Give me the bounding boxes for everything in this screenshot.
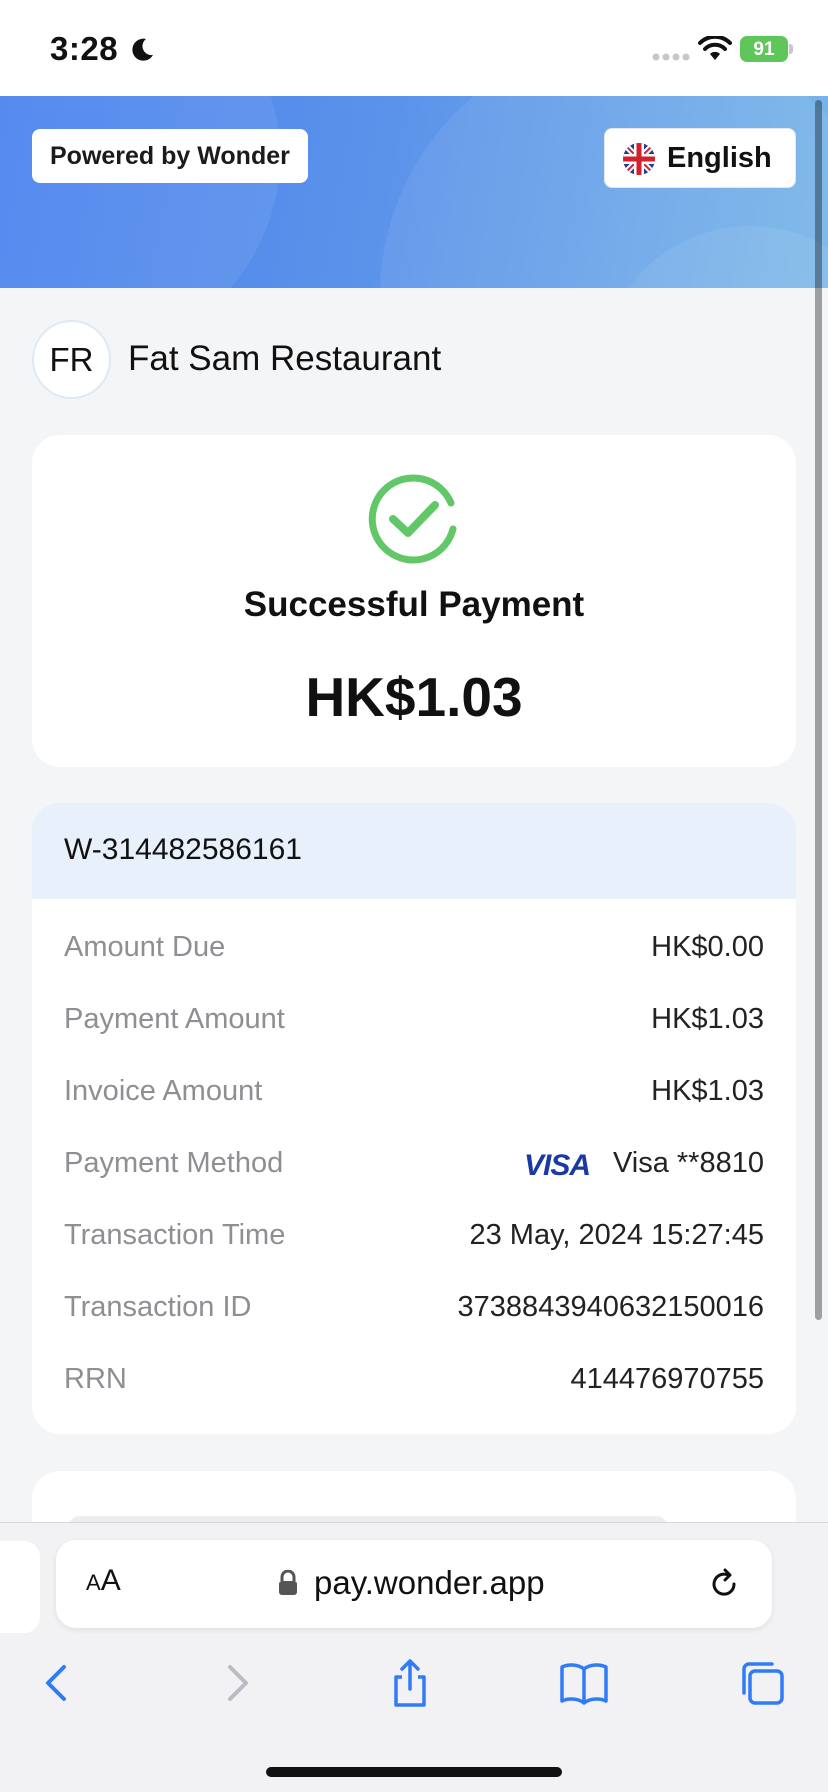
detail-label: Payment Amount [64, 1003, 285, 1035]
visa-logo-icon: VISA [523, 1149, 591, 1182]
detail-value: HK$0.00 [651, 931, 764, 963]
success-check-icon [368, 474, 457, 564]
detail-value: Visa **8810 [612, 1147, 764, 1179]
detail-row-payment-amount: Payment Amount HK$1.03 [64, 1003, 764, 1043]
detail-row-amount-due: Amount Due HK$0.00 [64, 931, 764, 971]
language-label: English [667, 142, 772, 174]
payment-status-title: Successful Payment [243, 585, 585, 624]
forward-icon[interactable] [208, 1655, 264, 1711]
payment-status-card: Successful Payment HK$1.03 [32, 435, 796, 767]
detail-value: 23 May, 2024 15:27:45 [469, 1219, 764, 1251]
language-selector[interactable]: English [604, 128, 796, 188]
wifi-icon [698, 36, 732, 60]
detail-value: 3738843940632150016 [457, 1291, 764, 1323]
detail-label: Transaction Time [64, 1219, 286, 1251]
detail-label: Invoice Amount [64, 1075, 263, 1107]
detail-label: Amount Due [64, 931, 226, 963]
address-bar[interactable]: AA pay.wonder.app [56, 1540, 772, 1628]
merchant-avatar: FR [32, 320, 111, 399]
detail-row-rrn: RRN 414476970755 [64, 1363, 764, 1403]
order-header: W-314482586161 [32, 803, 796, 899]
merchant-name: Fat Sam Restaurant [128, 339, 442, 378]
cellular-signal-icon [652, 53, 690, 61]
detail-row-transaction-id: Transaction ID 3738843940632150016 [64, 1291, 764, 1331]
status-bar: 3:28 91 [0, 0, 828, 96]
page-scrollbar[interactable] [815, 100, 822, 1320]
share-icon[interactable] [382, 1655, 438, 1711]
previous-tab-preview[interactable] [0, 1541, 40, 1633]
url-text: pay.wonder.app [314, 1564, 545, 1601]
detail-row-transaction-time: Transaction Time 23 May, 2024 15:27:45 [64, 1219, 764, 1259]
reload-icon[interactable] [708, 1568, 740, 1600]
status-time: 3:28 [50, 30, 119, 67]
detail-label: Transaction ID [64, 1291, 252, 1323]
lock-icon [279, 1570, 297, 1595]
back-icon[interactable] [30, 1655, 86, 1711]
transaction-details-card: W-314482586161 Amount Due HK$0.00 Paymen… [32, 803, 796, 1434]
detail-label: RRN [64, 1363, 127, 1395]
tabs-icon[interactable] [734, 1655, 790, 1711]
moon-icon [132, 38, 153, 61]
detail-row-invoice-amount: Invoice Amount HK$1.03 [64, 1075, 764, 1115]
browser-toolbar: AA pay.wonder.app [0, 1522, 828, 1792]
order-id: W-314482586161 [64, 833, 302, 866]
detail-value: HK$1.03 [651, 1075, 764, 1107]
detail-label: Payment Method [64, 1147, 284, 1179]
detail-value: HK$1.03 [651, 1003, 764, 1035]
battery-indicator: 91 [740, 36, 793, 62]
detail-row-payment-method: Payment Method VISA Visa **8810 [64, 1147, 764, 1187]
hero-header: Powered by Wonder English [0, 96, 828, 288]
detail-value: 414476970755 [570, 1363, 764, 1395]
powered-by-badge[interactable]: Powered by Wonder [32, 129, 308, 183]
payment-result-page: 3:28 91 Powered by Wonder English FR Fat… [0, 0, 828, 1792]
bookmarks-icon[interactable] [556, 1655, 612, 1711]
text-size-button[interactable]: AA [86, 1564, 121, 1598]
payment-amount: HK$1.03 [305, 666, 523, 728]
home-indicator[interactable] [266, 1767, 562, 1777]
battery-level: 91 [753, 39, 775, 60]
uk-flag-icon [623, 143, 655, 175]
